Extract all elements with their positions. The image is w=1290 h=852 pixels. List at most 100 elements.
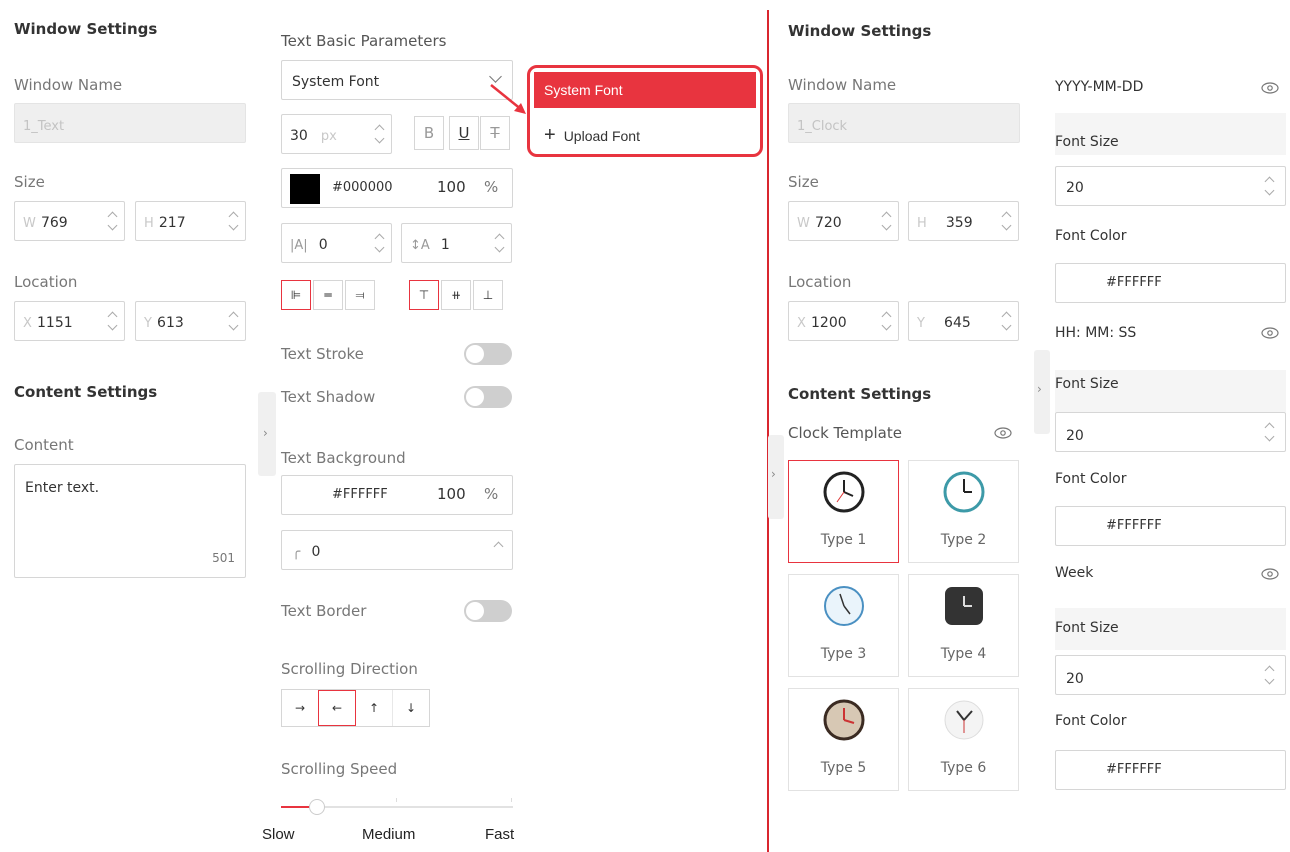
valign-middle-icon: ⧺ [450, 288, 462, 302]
left-y-input[interactable]: Y 613 [135, 301, 246, 341]
bold-button[interactable]: B [414, 116, 444, 150]
x-prefix: X [23, 316, 32, 331]
week-font-color-input[interactable]: #FFFFFF [1055, 750, 1286, 790]
text-background-input[interactable]: #FFFFFF 100 % [281, 475, 513, 515]
width-value: 769 [40, 215, 68, 231]
chevron-down-icon [489, 70, 502, 83]
clock-template-type5[interactable]: Type 5 [788, 688, 899, 791]
left-content-settings-title: Content Settings [14, 383, 158, 401]
eye-icon[interactable] [1261, 568, 1279, 580]
right-x-spinner-icon[interactable] [880, 310, 892, 332]
line-spacing-icon: ↕A [410, 238, 430, 253]
font-select[interactable]: System Font [281, 60, 513, 100]
week-color-swatch[interactable] [1064, 756, 1094, 786]
week-font-size-input[interactable]: 20 [1055, 655, 1286, 695]
font-color-input[interactable]: #000000 100 % [281, 168, 513, 208]
week-font-size-spinner-icon[interactable] [1263, 664, 1275, 686]
right-width-input[interactable]: W 720 [788, 201, 899, 241]
align-center-button[interactable]: ═ [313, 280, 343, 310]
collapse-handle[interactable]: › [258, 392, 276, 476]
opacity-percent: % [484, 178, 499, 196]
speed-slider-thumb[interactable] [309, 799, 325, 815]
eye-icon[interactable] [994, 427, 1012, 439]
arrow-down-icon[interactable]: ↓ [393, 690, 429, 726]
eye-icon[interactable] [1261, 327, 1279, 339]
right-width-spinner-icon[interactable] [880, 210, 892, 232]
plus-icon: + [544, 124, 556, 146]
date-format-label: YYYY-MM-DD [1055, 79, 1144, 95]
y-spinner-icon[interactable] [227, 310, 239, 332]
content-textarea[interactable]: Enter text. 501 [14, 464, 246, 578]
panel-divider [767, 10, 769, 852]
bg-hex-value: #FFFFFF [332, 487, 388, 502]
valign-middle-button[interactable]: ⧺ [441, 280, 471, 310]
date-font-size-input[interactable]: 20 [1055, 166, 1286, 206]
underline-button[interactable]: U [449, 116, 479, 150]
color-swatch[interactable] [290, 174, 320, 204]
arrow-right-icon[interactable]: → [282, 690, 318, 726]
left-window-name-input[interactable]: 1_Text [14, 103, 246, 143]
chevron-up-icon[interactable] [493, 541, 504, 552]
clock-template-type1[interactable]: Type 1 [788, 460, 899, 563]
x-spinner-icon[interactable] [106, 310, 118, 332]
font-option-system[interactable]: System Font [534, 72, 756, 108]
text-stroke-toggle[interactable] [464, 343, 512, 365]
time-font-color-value: #FFFFFF [1106, 518, 1162, 533]
letter-spacing-icon: |A| [290, 238, 308, 253]
right-collapse-handle[interactable]: › [768, 435, 784, 519]
font-size-unit: px [320, 129, 337, 144]
left-x-input[interactable]: X 1151 [14, 301, 125, 341]
arrow-up-icon[interactable]: ↑ [356, 690, 393, 726]
clock-template-type2[interactable]: Type 2 [908, 460, 1019, 563]
align-right-button[interactable]: ⫤ [345, 280, 375, 310]
right-height-spinner-icon[interactable] [1000, 210, 1012, 232]
left-width-input[interactable]: W 769 [14, 201, 125, 241]
font-option-system-label: System Font [544, 82, 623, 98]
right-y-spinner-icon[interactable] [1000, 310, 1012, 332]
right-x-input[interactable]: X 1200 [788, 301, 899, 341]
line-spacing-spinner-icon[interactable] [493, 232, 505, 254]
right-x-value: 1200 [811, 315, 847, 331]
scrolling-speed-label: Scrolling Speed [281, 760, 398, 778]
callout-arrow-icon [490, 84, 526, 114]
clock-template-type3[interactable]: Type 3 [788, 574, 899, 677]
clock-template-type4[interactable]: Type 4 [908, 574, 1019, 677]
date-font-color-input[interactable]: #FFFFFF [1055, 263, 1286, 303]
time-font-size-input[interactable]: 20 [1055, 412, 1286, 452]
text-shadow-toggle[interactable] [464, 386, 512, 408]
clock-template-type6[interactable]: Type 6 [908, 688, 1019, 791]
valign-top-button[interactable]: ⊤ [409, 280, 439, 310]
text-border-toggle[interactable] [464, 600, 512, 622]
bg-color-swatch[interactable] [290, 481, 320, 511]
font-option-upload[interactable]: + Upload Font [534, 116, 756, 152]
width-spinner-icon[interactable] [106, 210, 118, 232]
line-spacing-input[interactable]: ↕A 1 [401, 223, 512, 263]
align-left-button[interactable]: ⊫ [281, 280, 311, 310]
right-height-prefix: H [917, 216, 927, 231]
height-spinner-icon[interactable] [227, 210, 239, 232]
right-height-input[interactable]: H 359 [908, 201, 1019, 241]
valign-bottom-button[interactable]: ⊥ [473, 280, 503, 310]
scrolling-direction-group: → ← ↑ ↓ [281, 689, 430, 727]
speed-medium-label: Medium [362, 826, 416, 843]
time-font-size-spinner-icon[interactable] [1263, 421, 1275, 443]
date-color-swatch[interactable] [1064, 269, 1094, 299]
border-radius-input[interactable]: ╭ 0 [281, 530, 513, 570]
time-font-color-label: Font Color [1055, 471, 1127, 487]
right-window-name-input[interactable]: 1_Clock [788, 103, 1020, 143]
date-font-size-spinner-icon[interactable] [1263, 175, 1275, 197]
left-height-input[interactable]: H 217 [135, 201, 246, 241]
letter-spacing-spinner-icon[interactable] [373, 232, 385, 254]
time-font-color-input[interactable]: #FFFFFF [1055, 506, 1286, 546]
format-collapse-handle[interactable]: › [1034, 350, 1050, 434]
strikethrough-button[interactable]: T [480, 116, 510, 150]
eye-icon[interactable] [1261, 82, 1279, 94]
font-size-input[interactable]: 30 px [281, 114, 392, 154]
letter-spacing-input[interactable]: |A| 0 [281, 223, 392, 263]
right-y-input[interactable]: Y 645 [908, 301, 1019, 341]
speed-slider-track[interactable] [281, 798, 513, 815]
font-size-spinner-icon[interactable] [373, 123, 385, 145]
arrow-left-icon[interactable]: ← [318, 690, 356, 726]
time-color-swatch[interactable] [1064, 512, 1094, 542]
clock-type1-icon [823, 471, 865, 513]
